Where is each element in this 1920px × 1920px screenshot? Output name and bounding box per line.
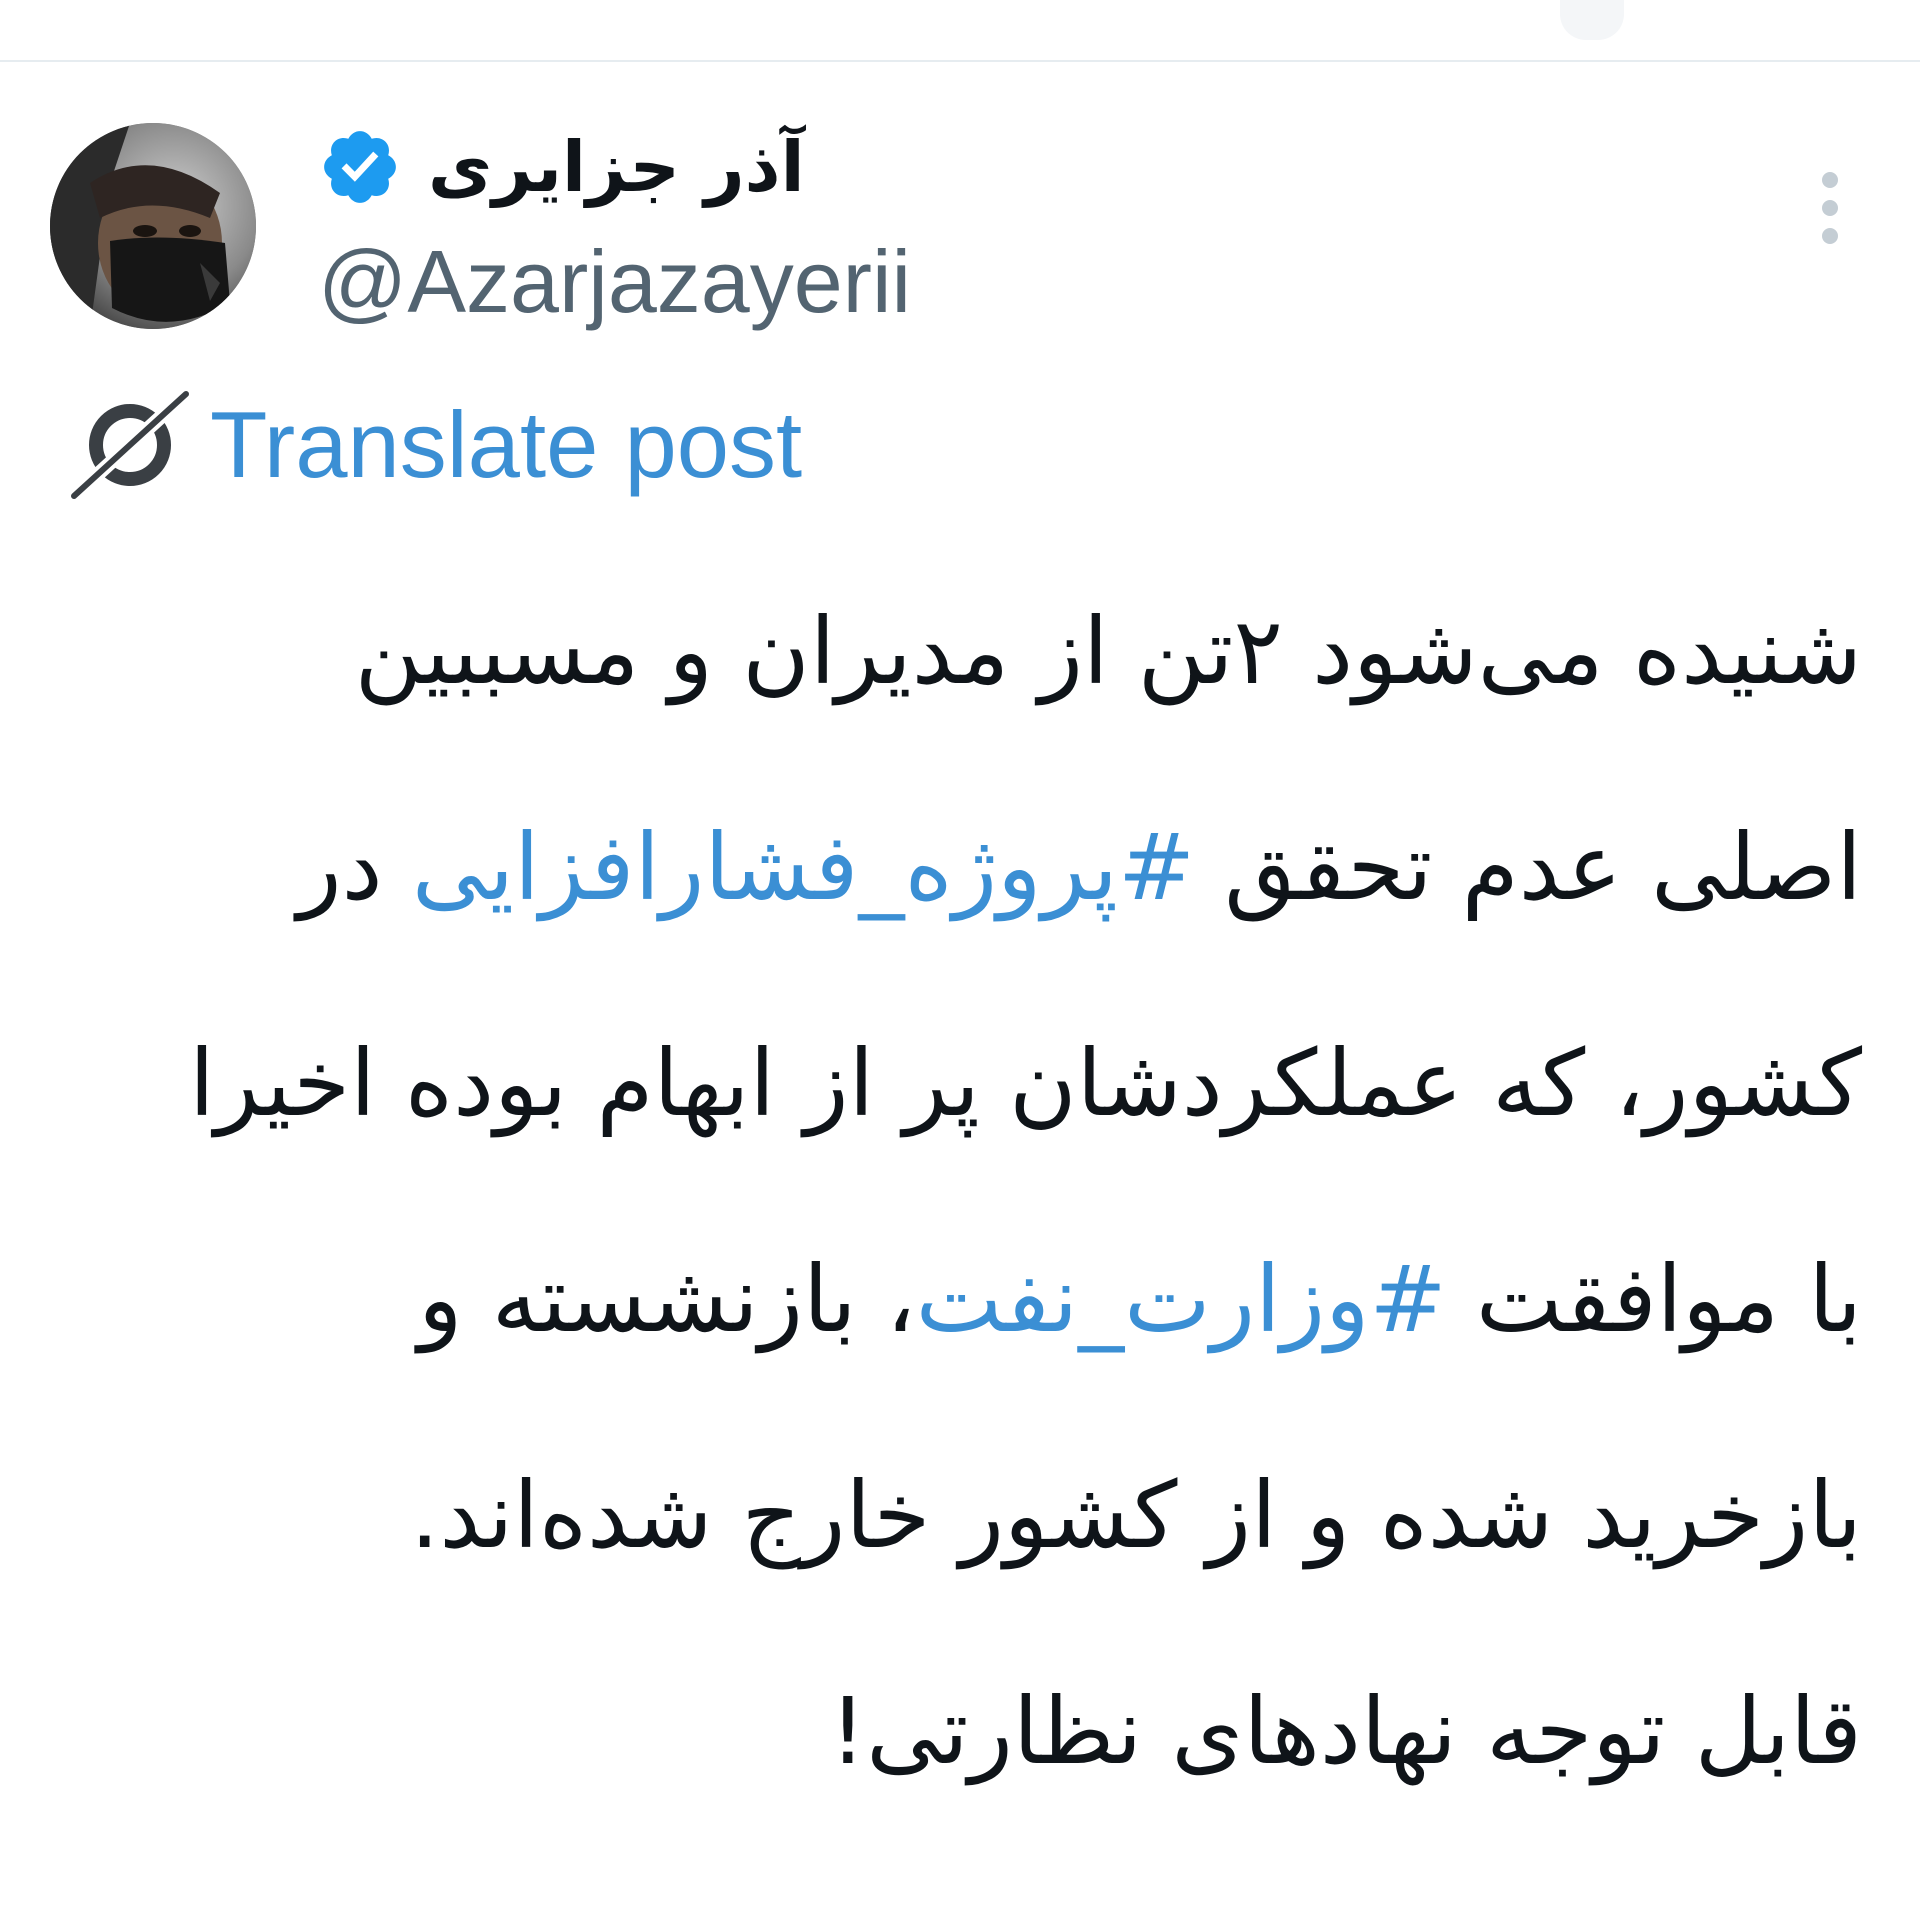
post-text-segment: در (297, 814, 412, 921)
post-text-segment: شنیده می‌شود ۲تن از مدیران و مسببین (354, 598, 1862, 705)
hashtag-link[interactable]: #وزارت_نفت (916, 1246, 1447, 1353)
post-text: شنیده می‌شود ۲تن از مدیران و مسببین اصلی… (52, 592, 1862, 1888)
avatar[interactable] (50, 123, 256, 329)
top-edge-element (1560, 0, 1624, 40)
post-text-segment: اصلی عدم تحقق (1195, 814, 1862, 921)
post-text-segment: بازخرید شده و از کشور خارج شده‌اند. (410, 1462, 1862, 1569)
display-name: آذر جزایری (428, 126, 805, 208)
post-text-segment: با موافقت (1446, 1246, 1862, 1353)
post-line: شنیده می‌شود ۲تن از مدیران و مسببین (52, 592, 1862, 808)
post-text-segment: کشور، که عملکردشان پر از ابهام بوده اخیر… (189, 1030, 1862, 1137)
post-text-segment: قابل توجه نهادهای نظارتی! (829, 1678, 1862, 1785)
translate-label: Translate post (210, 392, 803, 497)
verified-badge-icon (324, 131, 396, 203)
display-name-row[interactable]: آذر جزایری (318, 122, 805, 212)
post-text-segment: ، بازنشسته و (418, 1246, 916, 1353)
translate-icon (70, 390, 190, 500)
profile-photo (50, 123, 256, 329)
tweet-screen: آذر جزایری @Azarjazayerii Translate post… (0, 0, 1920, 1920)
post-line: کشور، که عملکردشان پر از ابهام بوده اخیر… (52, 1024, 1862, 1240)
translate-post-link[interactable]: Translate post (70, 390, 802, 500)
user-handle[interactable]: @Azarjazayerii (318, 238, 911, 326)
post-line: بازخرید شده و از کشور خارج شده‌اند. (52, 1456, 1862, 1672)
more-vertical-icon[interactable] (1810, 168, 1850, 248)
hashtag-link[interactable]: #پروژه_فشارافزایی (412, 814, 1195, 921)
divider (0, 60, 1920, 62)
post-line: قابل توجه نهادهای نظارتی! (52, 1672, 1862, 1888)
post-line: اصلی عدم تحقق #پروژه_فشارافزایی در (52, 808, 1862, 1024)
post-line: با موافقت #وزارت_نفت، بازنشسته و (52, 1240, 1862, 1456)
